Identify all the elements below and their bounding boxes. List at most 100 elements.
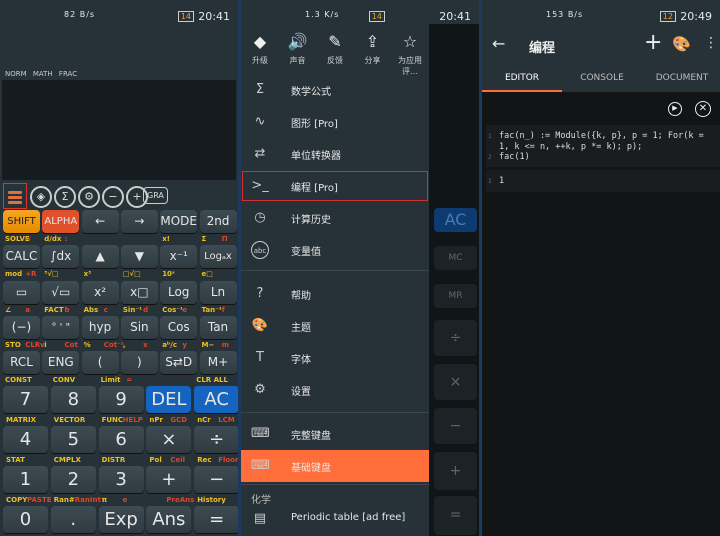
key-6[interactable]: 6 xyxy=(98,426,144,453)
code-editor[interactable]: 1 2 fac(n_) := Module({k, p}, p = 1; For… xyxy=(486,125,720,167)
menu-item-10[interactable]: ⚙ 设置 xyxy=(241,374,429,406)
drawer-feedback-button[interactable]: ✎ 反馈 xyxy=(317,32,353,66)
key-mode[interactable]: MODE xyxy=(160,210,198,233)
key-label-symbol: Π xyxy=(221,235,228,243)
key-4[interactable]: 4 xyxy=(3,426,48,453)
menu-item-2[interactable]: ∿ 图形 [Pro] xyxy=(241,106,429,138)
tab-editor[interactable]: EDITOR xyxy=(482,66,562,92)
key-cos[interactable]: Cos xyxy=(160,316,198,339)
key-symbol[interactable]: = xyxy=(194,506,238,533)
key-8[interactable]: 8 xyxy=(50,386,96,413)
navigation-drawer: 1.3 K/s 14 20:41 ◆ 升级 🔊 声音 ✎ 反馈 ⇪ 分享 ☆ 为应用评… Σ 数学公… xyxy=(241,0,471,536)
menu-item-8[interactable]: 🎨 主题 xyxy=(241,310,429,342)
close-icon[interactable]: ✕ xyxy=(695,101,711,117)
key-symbol[interactable]: × xyxy=(146,426,192,453)
topic-label: 反馈 xyxy=(327,56,343,65)
theme-icon[interactable]: ◈ xyxy=(30,186,52,208)
drawer-share-button[interactable]: ⇪ 分享 xyxy=(355,32,391,66)
menu-item-3[interactable]: ⇄ 单位转换器 xyxy=(241,138,429,170)
key-symbol[interactable]: → xyxy=(120,210,158,233)
gear-icon[interactable]: ⚙ xyxy=(78,186,100,208)
behind-key-symbol: + xyxy=(434,452,477,490)
key-label-ceil: Ceil xyxy=(170,456,186,464)
menu-item-12[interactable]: ⌨ 基础键盘 xyxy=(241,450,429,482)
key-log[interactable]: Log xyxy=(160,281,198,304)
status-net: 1.3 K/s xyxy=(305,10,340,19)
key-label-lcm: LCM xyxy=(218,416,235,424)
key-calc[interactable]: CALC xyxy=(3,245,40,268)
key-alpha[interactable]: ALPHA xyxy=(42,210,80,233)
key-label-npr: nPr xyxy=(149,416,163,424)
menu-item-1[interactable]: Σ 数学公式 xyxy=(241,74,429,106)
key-symbol[interactable]: ÷ xyxy=(194,426,238,453)
gear-icon: ⚙ xyxy=(254,382,266,397)
key-9[interactable]: 9 xyxy=(98,386,144,413)
menu-item-7[interactable]: ? 帮助 xyxy=(241,278,429,310)
key-del[interactable]: DEL xyxy=(146,386,192,413)
key-rcl[interactable]: RCL xyxy=(3,351,40,374)
tab-document[interactable]: DOCUMENT xyxy=(642,66,720,92)
add-icon[interactable]: + xyxy=(644,30,662,55)
key-0[interactable]: 0 xyxy=(3,506,48,533)
back-button[interactable]: ← xyxy=(492,34,505,53)
key-ln[interactable]: Ln xyxy=(199,281,237,304)
calculator-display[interactable] xyxy=(2,80,236,180)
drawer-diamond-button[interactable]: ◆ 升级 xyxy=(242,32,278,66)
key-x[interactable]: x□ xyxy=(120,281,158,304)
menu-item-6[interactable]: abc 变量值 xyxy=(241,234,429,266)
tab-console[interactable]: CONSOLE xyxy=(562,66,642,92)
key-x[interactable]: x² xyxy=(81,281,119,304)
key-2nd[interactable]: 2nd xyxy=(199,210,237,233)
key-symbol[interactable]: ( xyxy=(81,351,119,374)
menu-item-4[interactable]: >_ 编程 [Pro] xyxy=(241,170,429,202)
key-symbol[interactable]: ) xyxy=(120,351,158,374)
key-2[interactable]: 2 xyxy=(50,466,96,493)
key-sin[interactable]: Sin xyxy=(120,316,158,339)
menu-item-5[interactable]: ◷ 计算历史 xyxy=(241,202,429,234)
key-label-distr: DISTR xyxy=(101,456,126,464)
key-symbol[interactable]: ▲ xyxy=(81,245,119,268)
more-icon[interactable]: ⋮ xyxy=(704,35,718,51)
key-symbol[interactable]: ° ' " xyxy=(42,316,80,339)
status-net: 153 B/s xyxy=(546,10,584,19)
minus-icon[interactable]: − xyxy=(102,186,124,208)
key-ans[interactable]: Ans xyxy=(146,506,192,533)
key-m[interactable]: M+ xyxy=(199,351,237,374)
key-exp[interactable]: Exp xyxy=(98,506,144,533)
key-symbol[interactable]: ▼ xyxy=(120,245,158,268)
key-label-r: +R xyxy=(25,270,37,278)
behind-key-mc: MC xyxy=(434,246,477,270)
key-symbol[interactable]: + xyxy=(146,466,192,493)
menu-item-11[interactable]: ⌨ 完整键盘 xyxy=(241,418,429,450)
drawer-star-button[interactable]: ☆ 为应用评… xyxy=(392,32,428,77)
key-symbol[interactable]: − xyxy=(194,466,238,493)
key-dx[interactable]: ∫dx xyxy=(42,245,80,268)
run-icon[interactable]: ▶ xyxy=(668,102,682,116)
menu-button[interactable] xyxy=(3,183,27,209)
key-hyp[interactable]: hyp xyxy=(81,316,119,339)
key-symbol[interactable]: . xyxy=(50,506,96,533)
key-label-cmplx: CMPLX xyxy=(53,456,81,464)
key-label-x: x xyxy=(143,341,148,349)
key-3[interactable]: 3 xyxy=(98,466,144,493)
key-symbol[interactable]: (−) xyxy=(3,316,40,339)
key-eng[interactable]: ENG xyxy=(42,351,80,374)
key-ac[interactable]: AC xyxy=(194,386,238,413)
key-shift[interactable]: SHIFT xyxy=(3,210,40,233)
key-log-x[interactable]: Logₐx xyxy=(199,245,237,268)
key-tan[interactable]: Tan xyxy=(199,316,237,339)
sigma-icon[interactable]: Σ xyxy=(54,186,76,208)
key-1[interactable]: 1 xyxy=(3,466,48,493)
key-5[interactable]: 5 xyxy=(50,426,96,453)
menu-item-9[interactable]: T 字体 xyxy=(241,342,429,374)
drawer-speaker-button[interactable]: 🔊 声音 xyxy=(280,32,316,66)
menu-item-periodic-table[interactable]: ▤ Periodic table [ad free] xyxy=(241,503,429,535)
key-symbol[interactable]: ← xyxy=(81,210,119,233)
key-s-d[interactable]: S⇄D xyxy=(160,351,198,374)
gra-button[interactable]: GRA xyxy=(143,187,168,204)
key-7[interactable]: 7 xyxy=(3,386,48,413)
key-symbol[interactable]: √▭ xyxy=(42,281,80,304)
key-symbol[interactable]: ▭ xyxy=(3,281,40,304)
key-x[interactable]: x⁻¹ xyxy=(160,245,198,268)
palette-icon[interactable]: 🎨 xyxy=(672,35,691,53)
